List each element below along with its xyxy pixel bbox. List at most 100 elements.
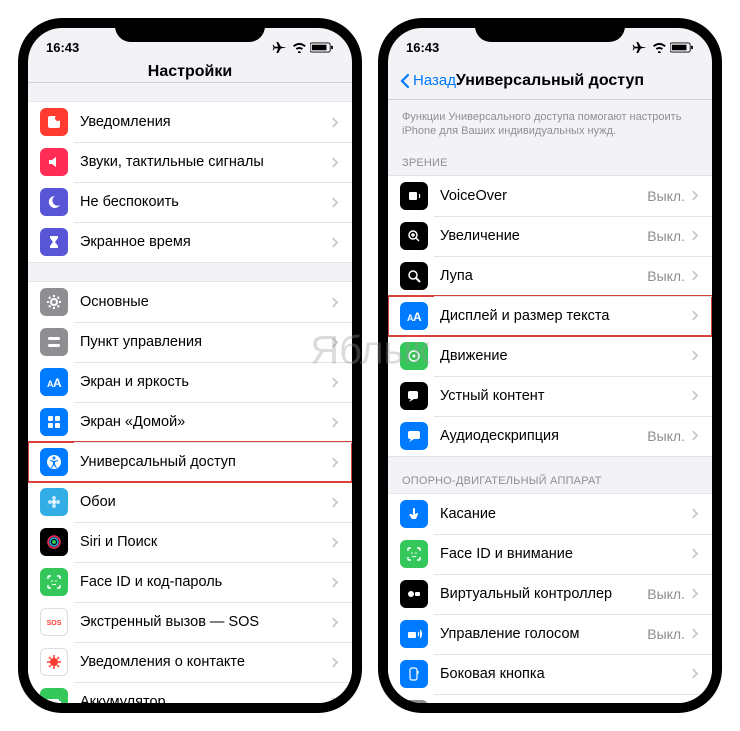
sos-icon: SOS xyxy=(40,608,68,636)
settings-row-magnifier[interactable]: Лупа Выкл. xyxy=(388,256,712,296)
settings-row-moon[interactable]: Не беспокоить xyxy=(28,182,352,222)
switches-icon xyxy=(40,328,68,356)
side-button-icon xyxy=(400,660,428,688)
settings-row-sos[interactable]: SOS Экстренный вызов — SOS xyxy=(28,602,352,642)
settings-row-battery[interactable]: Аккумулятор xyxy=(28,682,352,703)
remote-icon xyxy=(400,700,428,703)
row-label: Основные xyxy=(80,294,331,310)
row-label: Управление голосом xyxy=(440,626,647,642)
settings-row-grid[interactable]: Экран «Домой» xyxy=(28,402,352,442)
touch-icon xyxy=(400,500,428,528)
section-header: ОПОРНО-ДВИГАТЕЛЬНЫЙ АППАРАТ xyxy=(388,475,712,493)
settings-row-voiceover[interactable]: VoiceOver Выкл. xyxy=(388,176,712,216)
page-title: Настройки xyxy=(148,63,232,81)
row-label: Уведомления о контакте xyxy=(80,654,331,670)
settings-row-description[interactable]: Аудиодескрипция Выкл. xyxy=(388,416,712,456)
row-label: Лупа xyxy=(440,268,647,284)
row-label: Экстренный вызов — SOS xyxy=(80,614,331,630)
row-label: Устный контент xyxy=(440,388,691,404)
settings-list: Основные Пункт управления AA Экран и ярк… xyxy=(28,281,352,703)
wifi-icon xyxy=(652,42,667,53)
settings-row-voice-control[interactable]: Управление голосом Выкл. xyxy=(388,614,712,654)
row-value: Выкл. xyxy=(647,188,685,204)
left-navbar: Настройки xyxy=(28,66,352,83)
row-label: Уведомления xyxy=(80,114,331,130)
settings-row-text-size[interactable]: AA Экран и яркость xyxy=(28,362,352,402)
zoom-icon xyxy=(400,222,428,250)
virus-icon xyxy=(40,648,68,676)
settings-row-gear[interactable]: Основные xyxy=(28,282,352,322)
grid-icon xyxy=(40,408,68,436)
status-time: 16:43 xyxy=(46,40,79,55)
settings-row-switch[interactable]: Виртуальный контроллер Выкл. xyxy=(388,574,712,614)
settings-row-hourglass[interactable]: Экранное время xyxy=(28,222,352,262)
notifications-icon xyxy=(40,108,68,136)
right-content[interactable]: Функции Универсального доступа помогают … xyxy=(388,100,712,703)
row-label: Face ID и внимание xyxy=(440,546,691,562)
left-content[interactable]: Уведомления Звуки, тактильные сигналы Не… xyxy=(28,83,352,703)
airplane-icon xyxy=(269,42,287,53)
section-description: Функции Универсального доступа помогают … xyxy=(388,100,712,139)
battery-icon xyxy=(40,688,68,703)
sound-icon xyxy=(40,148,68,176)
settings-row-faceid[interactable]: Face ID и код-пароль xyxy=(28,562,352,602)
settings-row-accessibility[interactable]: Универсальный доступ xyxy=(28,442,352,482)
page-title: Универсальный доступ xyxy=(456,72,644,90)
row-label: Дисплей и размер текста xyxy=(440,308,691,324)
row-label: Экран «Домой» xyxy=(80,414,331,430)
row-label: Face ID и код-пароль xyxy=(80,574,331,590)
row-label: Касание xyxy=(440,506,691,522)
text-size-icon: AA xyxy=(400,302,428,330)
back-label: Назад xyxy=(413,72,456,89)
settings-row-notifications[interactable]: Уведомления xyxy=(28,102,352,142)
settings-row-text-size[interactable]: AA Дисплей и размер текста xyxy=(388,296,712,336)
row-label: Siri и Поиск xyxy=(80,534,331,550)
accessibility-icon xyxy=(40,448,68,476)
row-label: Не беспокоить xyxy=(80,194,331,210)
settings-row-flower[interactable]: Обои xyxy=(28,482,352,522)
settings-row-virus[interactable]: Уведомления о контакте xyxy=(28,642,352,682)
row-value: Выкл. xyxy=(647,268,685,284)
motion-icon xyxy=(400,342,428,370)
settings-row-remote[interactable]: Пульт Apple TV xyxy=(388,694,712,703)
siri-icon xyxy=(40,528,68,556)
row-label: Экран и яркость xyxy=(80,374,331,390)
description-icon xyxy=(400,422,428,450)
settings-row-sound[interactable]: Звуки, тактильные сигналы xyxy=(28,142,352,182)
settings-row-speech[interactable]: Устный контент xyxy=(388,376,712,416)
voice-control-icon xyxy=(400,620,428,648)
settings-row-side-button[interactable]: Боковая кнопка xyxy=(388,654,712,694)
right-navbar: Назад Универсальный доступ xyxy=(388,66,712,100)
settings-row-motion[interactable]: Движение xyxy=(388,336,712,376)
row-label: Пункт управления xyxy=(80,334,331,350)
wifi-icon xyxy=(292,42,307,53)
notch xyxy=(475,18,625,42)
settings-row-faceid[interactable]: Face ID и внимание xyxy=(388,534,712,574)
settings-row-zoom[interactable]: Увеличение Выкл. xyxy=(388,216,712,256)
status-indicators xyxy=(269,42,334,53)
settings-row-touch[interactable]: Касание xyxy=(388,494,712,534)
section-header: ЗРЕНИЕ xyxy=(388,157,712,175)
svg-text:A: A xyxy=(53,376,62,390)
settings-list: VoiceOver Выкл. Увеличение Выкл. Лупа Вы… xyxy=(388,175,712,457)
row-label: Боковая кнопка xyxy=(440,666,691,682)
faceid-icon xyxy=(400,540,428,568)
settings-row-switches[interactable]: Пункт управления xyxy=(28,322,352,362)
back-button[interactable]: Назад xyxy=(400,72,456,89)
row-label: Виртуальный контроллер xyxy=(440,586,647,602)
battery-icon xyxy=(310,42,334,53)
notch xyxy=(115,18,265,42)
row-value: Выкл. xyxy=(647,586,685,602)
status-time: 16:43 xyxy=(406,40,439,55)
settings-group: Основные Пункт управления AA Экран и ярк… xyxy=(28,281,352,703)
settings-group: ЗРЕНИЕ VoiceOver Выкл. Увеличение Выкл. … xyxy=(388,157,712,457)
settings-group: Уведомления Звуки, тактильные сигналы Не… xyxy=(28,101,352,263)
settings-row-siri[interactable]: Siri и Поиск xyxy=(28,522,352,562)
right-phone: 16:43 Назад Универсальный доступ Функции… xyxy=(378,18,722,713)
row-label: Звуки, тактильные сигналы xyxy=(80,154,331,170)
flower-icon xyxy=(40,488,68,516)
moon-icon xyxy=(40,188,68,216)
left-phone: 16:43 Настройки Уведомления Звуки, такти… xyxy=(18,18,362,713)
row-label: Универсальный доступ xyxy=(80,454,331,470)
switch-icon xyxy=(400,580,428,608)
